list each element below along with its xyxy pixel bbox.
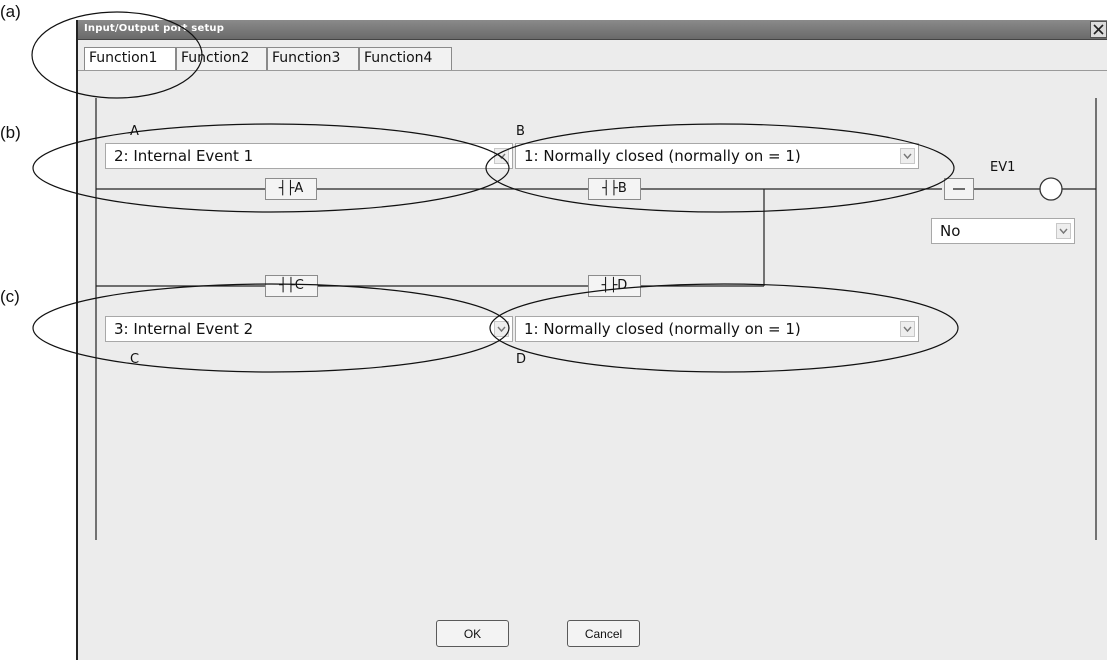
contact-a-button[interactable]: ┤├A <box>265 178 317 200</box>
chevron-down-icon <box>1056 223 1071 239</box>
coil-label: EV1 <box>990 160 1016 175</box>
coil-output-value: No <box>940 222 961 240</box>
contact-b-button[interactable]: ┤├B <box>588 178 641 200</box>
callout-a: (a) <box>0 2 21 21</box>
tab-function2[interactable]: Function2 <box>176 47 267 70</box>
chevron-down-icon <box>494 148 509 164</box>
input-a-select[interactable]: 2: Internal Event 1 <box>105 143 513 169</box>
input-b-select[interactable]: 1: Normally closed (normally on = 1) <box>515 143 919 169</box>
cancel-button[interactable]: Cancel <box>567 620 640 647</box>
callout-b: (b) <box>0 123 21 142</box>
coil-invert-button[interactable] <box>944 178 974 200</box>
input-b-value: 1: Normally closed (normally on = 1) <box>524 147 801 165</box>
input-d-select[interactable]: 1: Normally closed (normally on = 1) <box>515 316 919 342</box>
contact-c-button[interactable]: ┤├C <box>265 275 318 297</box>
input-d-value: 1: Normally closed (normally on = 1) <box>524 320 801 338</box>
coil-output-select[interactable]: No <box>931 218 1075 244</box>
tab-function4[interactable]: Function4 <box>359 47 452 70</box>
label-b: B <box>516 124 525 139</box>
dash-icon <box>953 188 965 190</box>
io-port-setup-dialog: Input/Output port setup Function1 Functi… <box>76 20 1107 660</box>
chevron-down-icon <box>900 148 915 164</box>
contact-d-button[interactable]: ┤├D <box>588 275 641 297</box>
close-icon <box>1093 24 1104 35</box>
chevron-down-icon <box>494 321 509 337</box>
tab-function1[interactable]: Function1 <box>84 47 176 70</box>
input-c-select[interactable]: 3: Internal Event 2 <box>105 316 513 342</box>
input-c-value: 3: Internal Event 2 <box>114 320 254 338</box>
window-title: Input/Output port setup <box>84 23 225 34</box>
label-c: C <box>130 352 140 367</box>
close-button[interactable] <box>1090 21 1107 38</box>
input-a-value: 2: Internal Event 1 <box>114 147 254 165</box>
callout-c: (c) <box>0 287 20 306</box>
ok-button[interactable]: OK <box>436 620 509 647</box>
chevron-down-icon <box>900 321 915 337</box>
label-a: A <box>130 124 139 139</box>
title-bar: Input/Output port setup <box>78 20 1107 40</box>
tab-function3[interactable]: Function3 <box>267 47 359 70</box>
label-d: D <box>516 352 527 367</box>
